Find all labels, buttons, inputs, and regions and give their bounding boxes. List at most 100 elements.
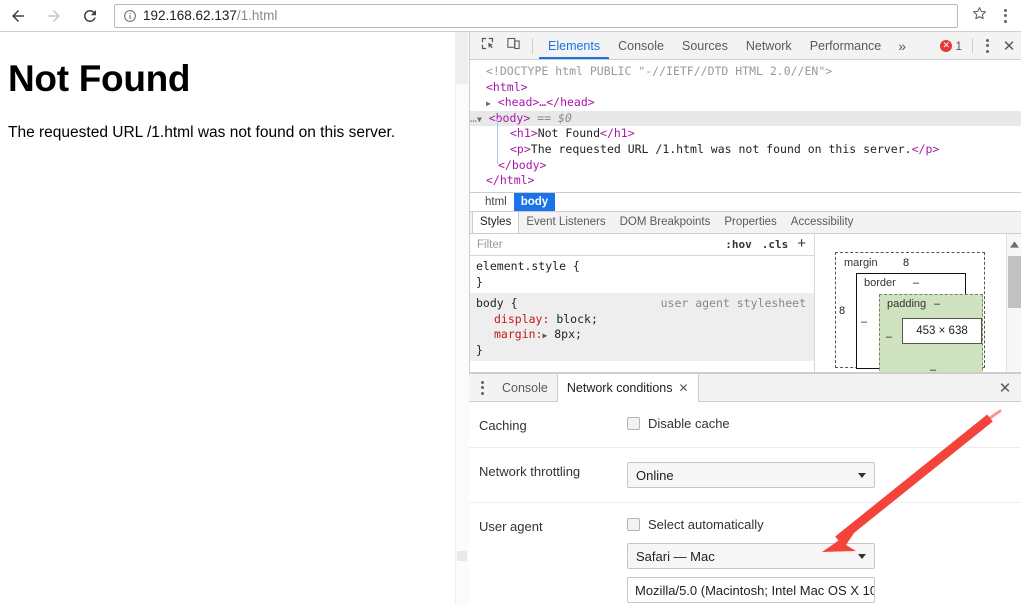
disable-cache-label: Disable cache: [648, 416, 730, 431]
css-property-display: display:: [494, 311, 550, 326]
expand-shorthand-triangle-icon[interactable]: ▶: [542, 331, 547, 340]
tab-performance[interactable]: Performance: [801, 32, 891, 59]
page-body-text: The requested URL /1.html was not found …: [8, 124, 396, 141]
caching-row: Caching Disable cache: [469, 402, 1021, 448]
inspect-element-button[interactable]: [474, 33, 500, 59]
doctype-suffix: >: [825, 64, 833, 78]
more-tabs-button[interactable]: »: [890, 32, 914, 59]
hidden-children-ellipsis[interactable]: …: [470, 111, 477, 125]
tab-sources[interactable]: Sources: [673, 32, 737, 59]
padding-label: padding: [887, 298, 927, 310]
disable-cache-control[interactable]: Disable cache: [627, 416, 1021, 431]
tree-line-p[interactable]: <p>The requested URL /1.html was not fou…: [470, 142, 1021, 158]
disable-cache-checkbox[interactable]: [627, 417, 640, 430]
border-left-value[interactable]: –: [861, 316, 867, 328]
styles-scrollbar-thumb[interactable]: [1008, 256, 1021, 308]
user-agent-string-input[interactable]: Mozilla/5.0 (Macintosh; Intel Mac OS X 1…: [627, 577, 875, 603]
expand-triangle-icon[interactable]: ▶: [486, 99, 491, 108]
page-scrollbar[interactable]: [455, 32, 469, 605]
devtools-toolbar: Elements Console Sources Network Perform…: [470, 32, 1021, 60]
resize-grip[interactable]: [457, 551, 467, 561]
network-throttling-select[interactable]: Online: [627, 462, 875, 488]
select-automatically-control[interactable]: Select automatically: [627, 517, 1021, 532]
collapse-triangle-icon[interactable]: ▼: [477, 115, 482, 124]
tab-console[interactable]: Console: [609, 32, 673, 59]
border-top-value[interactable]: –: [913, 277, 919, 289]
user-agent-row: User agent Select automatically Safari —…: [469, 503, 1021, 605]
tab-properties[interactable]: Properties: [717, 212, 783, 233]
back-button[interactable]: [0, 0, 36, 32]
select-automatically-checkbox[interactable]: [627, 518, 640, 531]
new-style-rule-button[interactable]: +: [793, 235, 810, 252]
breadcrumb-item-html[interactable]: html: [478, 193, 514, 212]
browser-menu-button[interactable]: [992, 0, 1018, 32]
address-bar[interactable]: 192.168.62.137/1.html: [114, 3, 958, 28]
breadcrumb-item-body[interactable]: body: [513, 192, 556, 212]
tab-elements[interactable]: Elements: [539, 32, 609, 59]
reload-icon: [81, 7, 99, 25]
hov-toggle-button[interactable]: :hov: [720, 238, 757, 251]
page-content: Not Found The requested URL /1.html was …: [0, 32, 469, 150]
h1-close-tag: </h1>: [600, 126, 635, 141]
tree-line-head[interactable]: ▶ <head>…</head>: [470, 95, 1021, 111]
margin-left-value[interactable]: 8: [839, 305, 845, 317]
css-declaration-margin[interactable]: margin:▶ 8px;: [476, 327, 814, 343]
tree-line-doctype[interactable]: <!DOCTYPE html PUBLIC "-//IETF//DTD HTML…: [470, 64, 1021, 80]
tab-styles[interactable]: Styles: [472, 212, 520, 233]
box-model-content-size[interactable]: 453 × 638: [902, 318, 982, 344]
tab-event-listeners[interactable]: Event Listeners: [519, 212, 612, 233]
tree-line-body-close[interactable]: </body>: [470, 158, 1021, 174]
close-icon[interactable]: ✕: [678, 381, 688, 395]
tree-line-html-open[interactable]: <html>: [470, 80, 1021, 96]
padding-left-value[interactable]: –: [886, 331, 892, 343]
drawer-tab-console-label: Console: [502, 380, 548, 395]
user-agent-label: User agent: [479, 519, 543, 534]
tab-network[interactable]: Network: [737, 32, 801, 59]
ua-stylesheet-origin: user agent stylesheet: [660, 296, 806, 310]
network-throttling-field: Online: [627, 462, 1021, 488]
device-toolbar-button[interactable]: [500, 33, 526, 59]
box-model-margin[interactable]: margin 8 8 8 border – – – padding – – –: [835, 252, 985, 380]
drawer-tab-network-conditions[interactable]: Network conditions ✕: [556, 373, 699, 402]
reload-button[interactable]: [72, 0, 108, 32]
close-icon: ✕: [1002, 37, 1016, 55]
user-agent-preset-select[interactable]: Safari — Mac: [627, 543, 875, 569]
css-declaration-display[interactable]: display: block;: [476, 312, 814, 328]
devtools-close-button[interactable]: ✕: [997, 37, 1021, 55]
bookmark-button[interactable]: [966, 4, 992, 28]
drawer-tab-console[interactable]: Console: [493, 374, 557, 401]
tree-line-body-open[interactable]: …▼ <body> == $0: [470, 110, 1021, 127]
html-close-tag: </html>: [486, 173, 535, 188]
page-scrollbar-thumb[interactable]: [456, 32, 468, 84]
doctype-string: "-//IETF//DTD HTML 2.0//EN": [638, 64, 826, 78]
body-selection-marker: == $0: [537, 110, 572, 125]
star-icon: [971, 5, 988, 27]
elements-dom-tree[interactable]: <!DOCTYPE html PUBLIC "-//IETF//DTD HTML…: [470, 60, 1021, 192]
css-rule-element-style[interactable]: element.style { }: [470, 256, 814, 293]
css-rule-body-ua[interactable]: body { user agent stylesheet display: bl…: [470, 293, 814, 361]
margin-top-value[interactable]: 8: [903, 257, 909, 269]
tree-line-h1[interactable]: <h1>Not Found</h1>: [470, 126, 1021, 142]
device-toolbar-icon: [506, 36, 521, 56]
error-badge-icon: ✕: [940, 39, 953, 52]
breadcrumb: html body: [470, 192, 1021, 212]
info-circle-icon[interactable]: [121, 8, 139, 24]
padding-top-value[interactable]: –: [934, 298, 940, 310]
user-agent-preset-value: Safari — Mac: [636, 548, 715, 564]
drawer-close-button[interactable]: ✕: [989, 379, 1021, 397]
box-model-border[interactable]: border – – – padding – – – – 453 × 638: [856, 273, 983, 380]
tab-accessibility[interactable]: Accessibility: [784, 212, 861, 233]
error-count-badge[interactable]: ✕ 1: [940, 39, 968, 53]
scroll-up-arrow-icon[interactable]: [1007, 236, 1021, 252]
styles-filter-input[interactable]: Filter: [474, 239, 720, 251]
drawer-menu-button[interactable]: [471, 380, 493, 395]
drawer-tabbar: Console Network conditions ✕ ✕: [469, 373, 1021, 402]
tab-dom-breakpoints[interactable]: DOM Breakpoints: [613, 212, 718, 233]
styles-filter-bar: Filter :hov .cls +: [470, 234, 814, 256]
element-style-close-brace: }: [476, 274, 483, 289]
devtools-menu-button[interactable]: [977, 38, 997, 53]
tree-line-html-close[interactable]: </html>: [470, 173, 1021, 189]
cls-toggle-button[interactable]: .cls: [757, 238, 794, 251]
forward-button[interactable]: [36, 0, 72, 32]
box-model-padding[interactable]: padding – – – – 453 × 638: [879, 294, 983, 380]
